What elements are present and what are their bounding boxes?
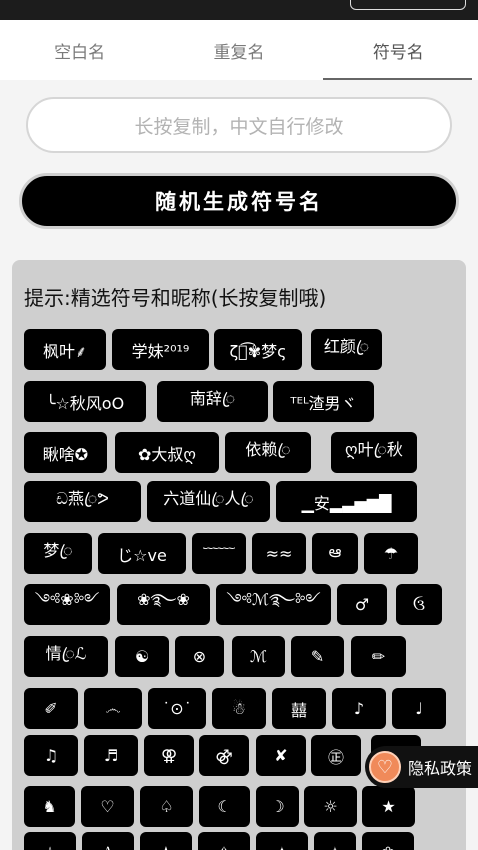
symbol-chip[interactable]: ▁安▂▃▅▆█ bbox=[276, 481, 417, 522]
symbol-chip[interactable]: ╰☆秋风oO bbox=[24, 381, 146, 422]
symbol-chip[interactable]: ༺ℳ࿐༻ bbox=[216, 584, 331, 625]
tab-symbol-name[interactable]: 符号名 bbox=[319, 20, 478, 80]
symbol-chip[interactable]: ♫ bbox=[24, 735, 78, 776]
symbol-chip[interactable]: ☽ bbox=[256, 786, 299, 827]
symbol-chip[interactable]: ☆ bbox=[24, 832, 76, 850]
symbol-chip[interactable]: ༺❀༻ bbox=[24, 584, 110, 625]
symbol-chip[interactable]: ⊗ bbox=[175, 636, 224, 677]
symbol-chip[interactable]: ✰ bbox=[82, 832, 134, 850]
symbol-chip[interactable]: 六道仙ꦿ人ꦿ bbox=[147, 481, 270, 522]
symbol-chip[interactable]: ♡ bbox=[81, 786, 134, 827]
symbol-chip[interactable]: ✦ bbox=[256, 832, 308, 850]
symbol-chip[interactable]: ζั͡✾梦ς bbox=[214, 329, 302, 370]
symbol-chip[interactable]: ✿大叔ღ bbox=[115, 432, 219, 473]
symbol-chip[interactable]: ✬ bbox=[198, 832, 250, 850]
privacy-button[interactable]: ♡ 隐私政策 bbox=[365, 746, 478, 788]
symbol-chip[interactable]: 枫叶⸙ bbox=[24, 329, 106, 370]
symbol-chip[interactable]: 红颜ꦿ bbox=[311, 329, 382, 370]
symbol-chip[interactable]: ♞ bbox=[24, 786, 75, 827]
symbol-chip[interactable]: ˙⊙˙ bbox=[148, 688, 206, 729]
panel-title: 提示:精选符号和昵称(长按复制哦) bbox=[24, 286, 327, 310]
symbol-chip[interactable]: ✧ bbox=[314, 832, 356, 850]
symbol-chip[interactable]: ઉ bbox=[396, 584, 442, 625]
symbol-chip[interactable]: ❀࿐❀ bbox=[117, 584, 210, 625]
symbol-chip[interactable]: 依赖ꦿ bbox=[225, 432, 311, 473]
symbol-chip[interactable]: ☃ bbox=[212, 688, 266, 729]
symbol-chip[interactable]: ✏ bbox=[351, 636, 406, 677]
symbol-chip[interactable]: ♂ bbox=[337, 584, 387, 625]
symbol-chip[interactable]: ඩ燕ꦿᕗ bbox=[24, 481, 141, 522]
symbol-chip[interactable]: ❀ bbox=[362, 832, 414, 850]
symbol-chip[interactable]: 瞅啥✪ bbox=[24, 432, 107, 473]
symbol-chip[interactable]: ♤ bbox=[140, 786, 193, 827]
symbol-chip[interactable]: ⚣ bbox=[199, 735, 249, 776]
symbol-chip[interactable]: ★ bbox=[362, 786, 415, 827]
symbol-chip[interactable]: ⚢ bbox=[144, 735, 194, 776]
symbol-chip[interactable]: ☼ bbox=[304, 786, 357, 827]
symbol-chip[interactable]: ᵀᴱᴸ渣男ヾ bbox=[273, 381, 374, 422]
symbol-chip[interactable]: ఆ bbox=[312, 533, 358, 574]
status-pill bbox=[350, 0, 466, 10]
status-bar bbox=[0, 0, 478, 20]
symbol-chip[interactable]: 梦ꦿ bbox=[24, 533, 92, 574]
symbol-chip[interactable]: 情ꦿℒ bbox=[24, 636, 108, 677]
heart-icon: ♡ bbox=[369, 751, 401, 783]
symbol-chip[interactable]: ෴ bbox=[84, 688, 142, 729]
symbol-chip[interactable]: ♪ bbox=[332, 688, 386, 729]
symbol-chip[interactable]: ♩ bbox=[392, 688, 446, 729]
tab-blank-name[interactable]: 空白名 bbox=[0, 20, 159, 80]
symbol-chip[interactable]: 南辞ꦿ bbox=[157, 381, 268, 422]
symbol-chip[interactable]: ☾ bbox=[199, 786, 250, 827]
symbol-chip[interactable]: ☯ bbox=[115, 636, 169, 677]
symbol-chip[interactable]: 学妹²⁰¹⁹ bbox=[112, 329, 209, 370]
symbol-chip[interactable]: 囍 bbox=[272, 688, 326, 729]
symbol-chip[interactable]: ✘ bbox=[256, 735, 306, 776]
symbol-chip[interactable]: ﹋﹋ bbox=[192, 533, 246, 574]
symbol-chip[interactable]: ☂ bbox=[364, 533, 418, 574]
copy-input[interactable]: 长按复制，中文自行修改 bbox=[26, 97, 452, 153]
generate-button[interactable]: 随机生成符号名 bbox=[19, 173, 459, 229]
symbol-chip[interactable]: ✫ bbox=[140, 832, 192, 850]
privacy-label: 隐私政策 bbox=[408, 759, 473, 778]
tab-repeat-name[interactable]: 重复名 bbox=[159, 20, 318, 80]
symbol-chip[interactable]: ≈≈ bbox=[252, 533, 306, 574]
symbol-chip[interactable]: ✎ bbox=[291, 636, 344, 677]
symbol-chip[interactable]: ℳ bbox=[232, 636, 285, 677]
symbol-chip[interactable]: ღ叶ꦿ秋 bbox=[331, 432, 417, 473]
symbol-chip[interactable]: ✐ bbox=[24, 688, 78, 729]
symbol-chip[interactable]: じ☆ve bbox=[98, 533, 186, 574]
symbol-chip[interactable]: ㊣ bbox=[311, 735, 361, 776]
symbol-chip[interactable]: ♬ bbox=[84, 735, 138, 776]
tab-bar: 空白名 重复名 符号名 bbox=[0, 20, 478, 80]
